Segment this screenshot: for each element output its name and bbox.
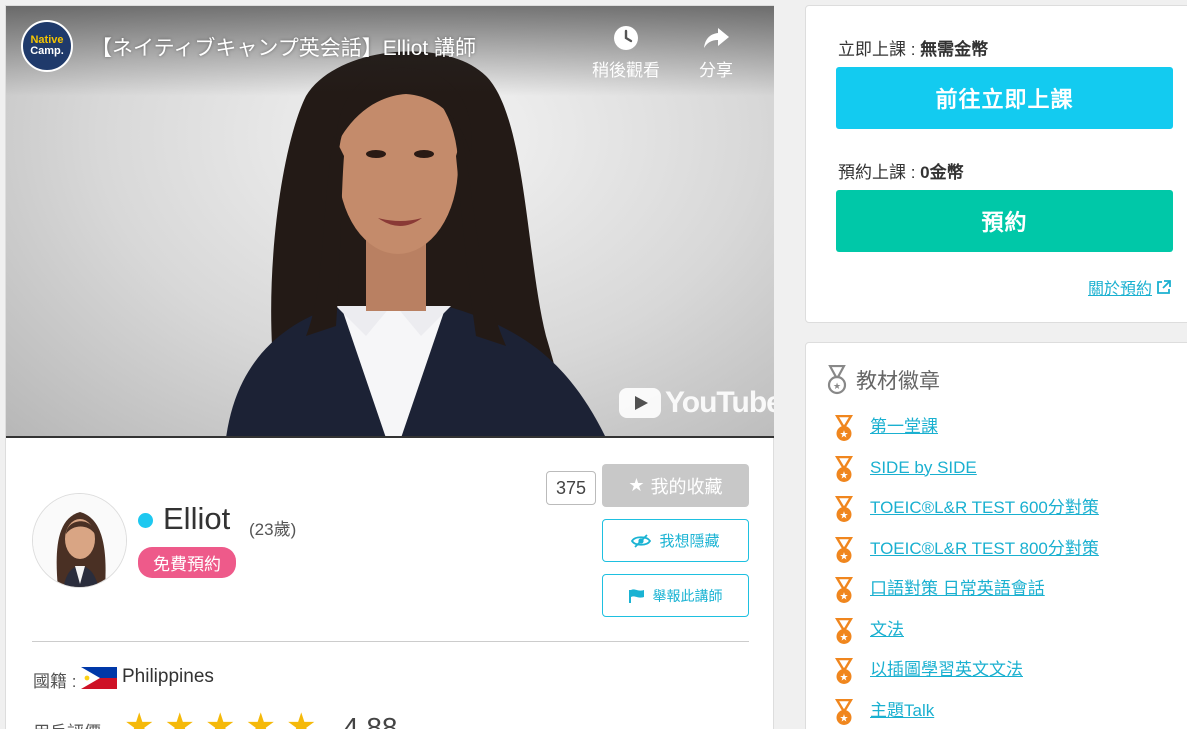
instant-lesson-label: 立即上課 : 無需金幣	[838, 35, 988, 60]
star-icon: ★	[204, 707, 236, 729]
hide-tutor-label: 我想隱藏	[659, 533, 720, 550]
free-booking-badge: 免費預約	[138, 547, 236, 578]
badge-link[interactable]: TOEIC®L&R TEST 800分對策	[870, 537, 1099, 561]
material-badges-card: ★ 教材徽章 ★ 第一堂課 ★ SIDE by SIDE ★ TOEIC®L&R…	[805, 342, 1187, 729]
star-icon: ★	[164, 707, 195, 729]
badge-link[interactable]: SIDE by SIDE	[870, 456, 977, 480]
start-instant-lesson-button[interactable]: 前往立即上課	[836, 67, 1173, 129]
video-title[interactable]: 【ネイティブキャンプ英会話】Elliot 講師	[91, 32, 476, 62]
about-booking-label: 關於預約	[1088, 281, 1153, 298]
medal-icon: ★	[835, 496, 853, 522]
flag-icon	[628, 588, 644, 603]
booking-lesson-label: 預約上課 : 0金幣	[838, 158, 964, 183]
tutor-avatar[interactable]	[32, 493, 127, 588]
medal-icon: ★	[835, 617, 853, 644]
badges-header: ★ 教材徽章	[826, 365, 940, 395]
hide-tutor-button[interactable]: 我想隱藏	[602, 519, 749, 562]
badges-title: 教材徽章	[856, 370, 940, 393]
favorite-label: 我的收藏	[650, 476, 723, 497]
badge-item: ★ 第一堂課	[834, 415, 1099, 456]
medal-icon: ★	[835, 415, 853, 441]
medal-icon: ★	[835, 577, 853, 603]
rating-label: 用戶評價 :	[33, 718, 110, 729]
share-label: 分享	[699, 61, 733, 80]
medal-icon: ★	[835, 536, 853, 563]
booking-lesson-cost: 0金幣	[920, 163, 964, 182]
badge-link[interactable]: 主題Talk	[870, 699, 934, 723]
online-status-indicator	[138, 513, 153, 528]
badge-link[interactable]: 口語對策 日常英語會話	[870, 577, 1045, 601]
nationality-value: Philippines	[122, 666, 214, 687]
star-icon: ★	[124, 707, 155, 729]
channel-logo[interactable]: Native Camp.	[21, 20, 73, 72]
svg-text:★: ★	[840, 511, 849, 522]
svg-text:★: ★	[840, 592, 849, 603]
external-link-icon	[1157, 279, 1171, 294]
about-booking-link[interactable]: 關於預約	[1088, 275, 1171, 299]
badge-item: ★ 口語對策 日常英語會話	[834, 577, 1099, 618]
badge-link[interactable]: 文法	[870, 618, 904, 642]
badge-item: ★ 以插圖學習英文文法	[834, 658, 1099, 699]
badge-item: ★ TOEIC®L&R TEST 800分對策	[834, 536, 1099, 578]
badge-link[interactable]: 以插圖學習英文文法	[870, 658, 1023, 682]
medal-icon: ★	[835, 698, 853, 725]
instant-lesson-label-text: 立即上課 :	[838, 40, 921, 59]
youtube-logo[interactable]: YouTube	[619, 386, 774, 420]
profile-divider	[32, 641, 749, 642]
report-tutor-label: 舉報此講師	[652, 587, 723, 604]
booking-lesson-label-text: 預約上課 :	[838, 163, 921, 182]
book-lesson-button[interactable]: 預約	[836, 190, 1173, 252]
badge-link[interactable]: 第一堂課	[870, 415, 938, 439]
watch-later-label: 稍後觀看	[592, 61, 660, 80]
channel-logo-line2: Camp.	[30, 45, 64, 57]
rating-value: 4.88	[343, 712, 398, 729]
badge-item: ★ 主題Talk	[834, 698, 1099, 729]
intro-video-player[interactable]: Native Camp. 【ネイティブキャンプ英会話】Elliot 講師 稍後觀…	[6, 6, 774, 438]
badge-item: ★ 文法	[834, 617, 1099, 659]
favorite-button[interactable]: ★ 我的收藏	[602, 464, 749, 507]
badge-list: ★ 第一堂課 ★ SIDE by SIDE ★ TOEIC®L&R TEST 6…	[834, 415, 1099, 729]
share-arrow-icon	[704, 28, 729, 48]
medal-icon: ★	[835, 455, 853, 482]
svg-text:★: ★	[840, 470, 849, 481]
tutor-avatar-image	[33, 494, 126, 587]
clock-icon	[614, 26, 638, 50]
svg-text:★: ★	[840, 713, 849, 724]
lesson-booking-card: 立即上課 : 無需金幣 前往立即上課 預約上課 : 0金幣 預約 關於預約	[805, 5, 1187, 323]
tutor-age: (23歲)	[249, 520, 297, 539]
svg-text:★: ★	[840, 430, 849, 441]
report-tutor-button[interactable]: 舉報此講師	[602, 574, 749, 617]
share-button[interactable]: 分享	[699, 24, 733, 81]
medal-outline-icon: ★	[827, 365, 847, 395]
nationality-label: 國籍 :	[33, 672, 77, 691]
badge-link[interactable]: TOEIC®L&R TEST 600分對策	[870, 496, 1099, 520]
svg-text:★: ★	[833, 382, 841, 392]
philippines-flag-icon	[81, 667, 117, 689]
badge-item: ★ SIDE by SIDE	[834, 455, 1099, 497]
tutor-profile-card: Native Camp. 【ネイティブキャンプ英会話】Elliot 講師 稍後觀…	[5, 5, 774, 729]
svg-text:★: ★	[840, 632, 849, 643]
medal-icon: ★	[835, 658, 853, 684]
instant-lesson-cost: 無需金幣	[920, 40, 989, 59]
eye-slash-icon	[631, 533, 652, 548]
favorite-count: 375	[546, 471, 596, 505]
youtube-play-icon	[619, 388, 661, 418]
star-icon: ★	[245, 707, 276, 729]
tutor-name: Elliot	[163, 501, 231, 536]
star-icon: ★	[628, 475, 645, 495]
svg-text:★: ★	[840, 551, 849, 562]
watch-later-button[interactable]: 稍後觀看	[592, 24, 660, 81]
badge-item: ★ TOEIC®L&R TEST 600分對策	[834, 496, 1099, 537]
star-icon: ★	[285, 707, 317, 729]
svg-text:★: ★	[840, 673, 849, 684]
rating-stars: ★ ★ ★ ★ ★	[124, 709, 316, 729]
youtube-wordmark: YouTube	[665, 386, 774, 419]
